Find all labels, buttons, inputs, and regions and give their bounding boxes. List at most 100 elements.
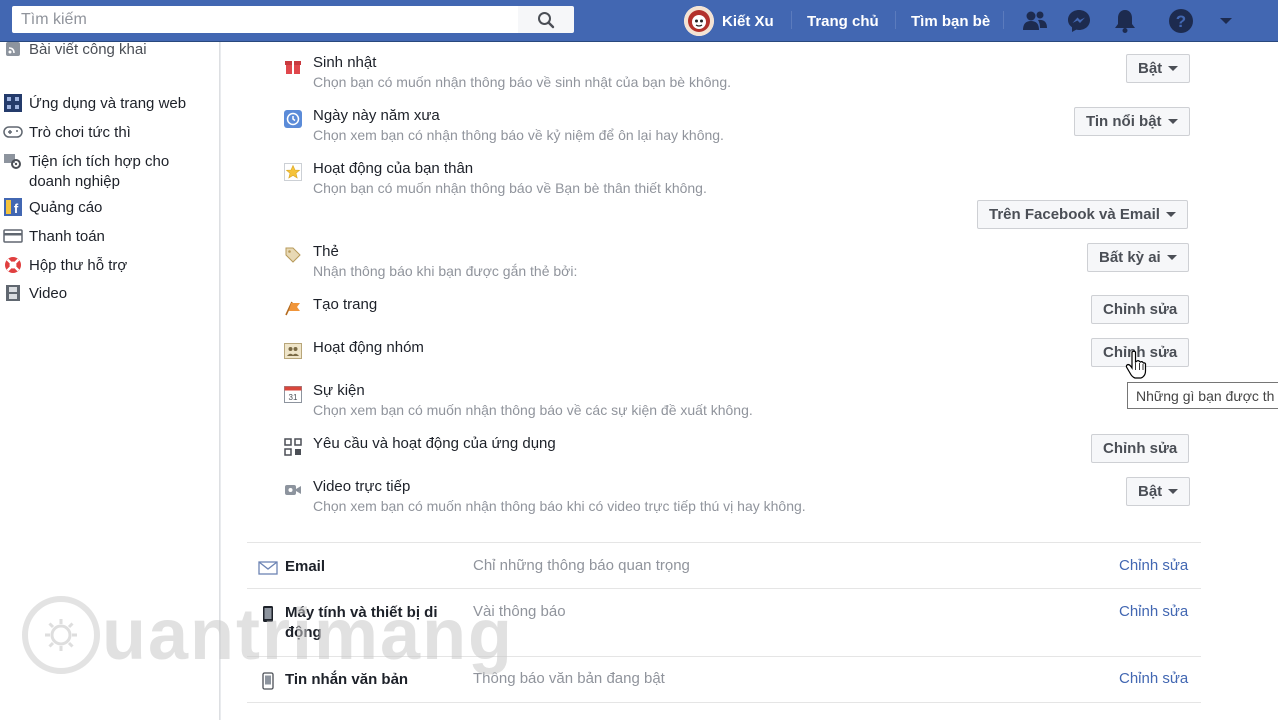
sidebar-item-label: Thanh toán (29, 228, 105, 245)
tag-icon (283, 246, 303, 264)
user-name: Kiết Xu (722, 12, 774, 30)
channel-name: Tin nhắn văn bản (285, 671, 409, 688)
sidebar-item-label: Bài viết công khai (29, 41, 147, 58)
nav-separator (791, 11, 792, 29)
card-icon (2, 227, 24, 245)
setting-title: Yêu cầu và hoạt động của ứng dụng (313, 435, 556, 452)
account-menu-caret-icon[interactable] (1212, 7, 1240, 35)
memories-dropdown-button[interactable]: Tin nổi bật (1074, 107, 1190, 136)
sidebar-item-payments[interactable]: Thanh toán (0, 227, 105, 247)
nav-separator (1003, 11, 1004, 29)
friend-requests-icon[interactable] (1021, 7, 1049, 35)
sidebar-item-video[interactable]: Video (0, 284, 67, 304)
lifebuoy-icon (2, 256, 24, 274)
sidebar-item-label: Ứng dụng và trang web (29, 95, 187, 112)
help-icon[interactable]: ? (1167, 7, 1195, 35)
home-label: Trang chủ (807, 12, 879, 30)
tooltip: Những gì bạn được th (1127, 382, 1278, 409)
sidebar-item-label: Trò chơi tức thì (29, 124, 131, 141)
setting-description: Nhận thông báo khi bạn được gắn thẻ bởi: (313, 263, 578, 279)
find-friends-link[interactable]: Tìm bạn bè (911, 0, 990, 42)
setting-title: Thẻ (313, 243, 339, 260)
calendar-icon: 31 (283, 385, 303, 403)
tags-dropdown-button[interactable]: Bất kỳ ai (1087, 243, 1189, 272)
sidebar-item-label: Hộp thư hỗ trợ (29, 257, 128, 274)
setting-description: Chọn xem bạn có nhận thông báo về kỷ niệ… (313, 127, 724, 143)
notifications-bell-icon[interactable] (1111, 7, 1139, 35)
setting-title: Sinh nhật (313, 54, 377, 71)
top-navigation-bar: Kiết Xu Trang chủ Tìm bạn bè ? (0, 0, 1278, 42)
nav-separator (895, 11, 896, 29)
birthday-dropdown-button[interactable]: Bật (1126, 54, 1191, 83)
sidebar-item-apps[interactable]: Ứng dụng và trang web (0, 94, 186, 114)
sidebar-item-label: Tiện ích tích hợp cho doanh nghiệp (29, 153, 170, 190)
settings-sidebar: Bài viết công khai Ứng dụng và trang web… (0, 40, 220, 720)
group-icon (283, 342, 303, 360)
sidebar-item-business-integrations[interactable]: Tiện ích tích hợp cho doanh nghiệp (0, 152, 190, 192)
film-icon (2, 284, 24, 302)
memories-clock-icon (283, 110, 303, 128)
row-divider (247, 656, 1201, 657)
caret-down-icon (1168, 66, 1179, 71)
svg-text:31: 31 (289, 393, 298, 402)
caret-down-icon (1168, 489, 1179, 494)
desktop-mobile-edit-link[interactable]: Chỉnh sửa (1119, 603, 1188, 620)
setting-title: Ngày này năm xưa (313, 107, 440, 124)
search-input[interactable] (12, 6, 518, 33)
channel-value: Thông báo văn bản đang bật (473, 670, 665, 687)
search-button[interactable] (518, 6, 574, 33)
setting-description: Chọn bạn có muốn nhận thông báo về Bạn b… (313, 180, 707, 196)
rss-icon (2, 40, 24, 58)
button-label: Bật (1138, 60, 1163, 77)
caret-down-icon (1166, 255, 1177, 260)
caret-down-icon (1165, 212, 1176, 217)
caret-down-icon (1167, 119, 1178, 124)
button-label: Chỉnh sửa (1103, 301, 1178, 318)
sidebar-item-support-inbox[interactable]: Hộp thư hỗ trợ (0, 256, 127, 276)
video-camera-icon (283, 481, 303, 499)
email-edit-link[interactable]: Chỉnh sửa (1119, 557, 1188, 574)
setting-title: Tạo trang (313, 296, 378, 313)
home-link[interactable]: Trang chủ (807, 0, 879, 42)
gamepad-icon (2, 123, 24, 141)
button-label: Bất kỳ ai (1099, 249, 1161, 266)
button-label: Trên Facebook và Email (989, 206, 1160, 223)
channel-value: Chỉ những thông báo quan trọng (473, 557, 690, 574)
profile-link[interactable]: Kiết Xu (684, 0, 774, 42)
setting-description: Chọn xem bạn có muốn nhận thông báo khi … (313, 498, 806, 514)
row-divider (247, 588, 1201, 589)
apps-icon (2, 94, 24, 112)
notification-settings-panel: Sinh nhật Chọn bạn có muốn nhận thông bá… (221, 42, 1278, 720)
channel-value: Vài thông báo (473, 603, 566, 620)
button-label: Chỉnh sửa (1103, 440, 1178, 457)
sidebar-item-label: Video (29, 285, 68, 302)
mobile-phone-icon (257, 605, 279, 623)
search-box (12, 6, 518, 33)
button-label: Bật (1138, 483, 1163, 500)
row-divider (247, 702, 1201, 703)
button-label: Tin nổi bật (1086, 113, 1162, 130)
envelope-icon (257, 559, 279, 577)
section-divider (247, 542, 1201, 543)
hand-cursor-icon (1125, 350, 1147, 379)
sms-edit-link[interactable]: Chỉnh sửa (1119, 670, 1188, 687)
avatar (684, 6, 714, 36)
sidebar-item-public-posts[interactable]: Bài viết công khai (0, 40, 147, 60)
app-requests-edit-button[interactable]: Chỉnh sửa (1091, 434, 1190, 463)
flag-icon (283, 299, 303, 317)
gift-icon (283, 57, 303, 75)
messenger-icon[interactable] (1065, 7, 1093, 35)
app-grid-icon (283, 438, 303, 456)
svg-text:f: f (14, 201, 19, 216)
search-icon (538, 11, 555, 28)
star-icon (283, 163, 303, 181)
create-page-edit-button[interactable]: Chỉnh sửa (1091, 295, 1190, 324)
live-video-dropdown-button[interactable]: Bật (1126, 477, 1191, 506)
sms-phone-icon (257, 672, 279, 690)
setting-title: Sự kiện (313, 382, 365, 399)
sidebar-item-instant-games[interactable]: Trò chơi tức thì (0, 123, 131, 143)
close-friends-dropdown-button[interactable]: Trên Facebook và Email (977, 200, 1188, 229)
sidebar-item-ads[interactable]: f Quảng cáo (0, 198, 102, 218)
setting-title: Hoạt động nhóm (313, 339, 424, 356)
setting-title: Video trực tiếp (313, 478, 411, 495)
